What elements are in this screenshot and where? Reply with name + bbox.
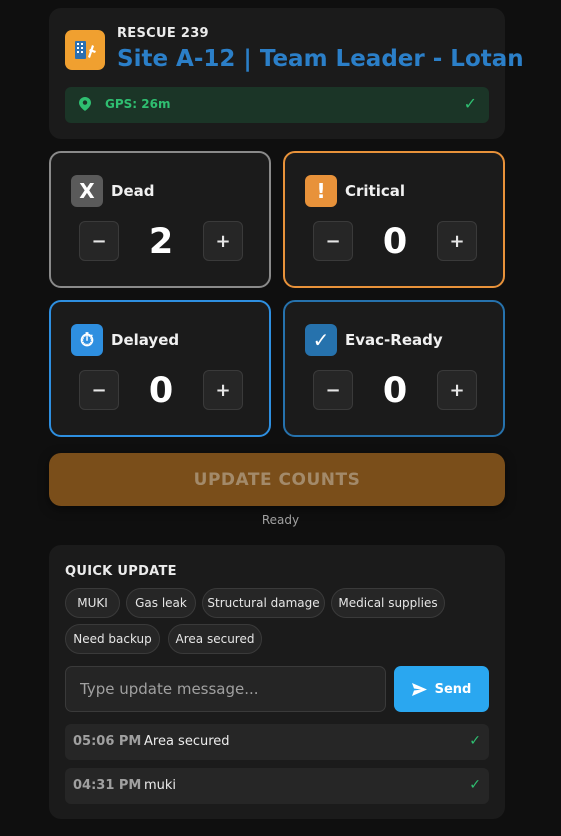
- gps-status-bar: GPS: 26m ✓: [65, 87, 489, 123]
- chip-gas-leak[interactable]: Gas leak: [126, 588, 196, 618]
- counter-dead: X Dead − 2 +: [49, 151, 271, 288]
- log-time: 05:06 PM: [73, 734, 142, 749]
- app-name: RESCUE 239: [117, 26, 209, 41]
- log-text: muki: [144, 778, 177, 793]
- critical-increment-button[interactable]: +: [437, 221, 477, 261]
- chip-area-secured[interactable]: Area secured: [168, 624, 262, 654]
- counter-label: Delayed: [111, 331, 180, 349]
- delayed-count: 0: [148, 371, 174, 411]
- counter-label: Evac-Ready: [345, 331, 443, 349]
- gps-check-icon: ✓: [463, 94, 477, 113]
- counter-label: Critical: [345, 182, 406, 200]
- chip-structural-damage[interactable]: Structural damage: [202, 588, 325, 618]
- log-text: Area secured: [144, 734, 230, 749]
- dead-decrement-button[interactable]: −: [79, 221, 119, 261]
- sent-check-icon: ✓: [469, 777, 481, 793]
- send-button[interactable]: Send: [394, 666, 489, 712]
- counter-evac-ready: ✓ Evac-Ready − 0 +: [283, 300, 505, 437]
- checkmark-icon: ✓: [305, 324, 337, 356]
- log-entry: 05:06 PM Area secured ✓: [65, 724, 489, 760]
- chip-medical-supplies[interactable]: Medical supplies: [331, 588, 445, 618]
- evac-increment-button[interactable]: +: [437, 370, 477, 410]
- counter-critical: ! Critical − 0 +: [283, 151, 505, 288]
- message-input[interactable]: [65, 666, 386, 712]
- sent-check-icon: ✓: [469, 733, 481, 749]
- exclamation-icon: !: [305, 175, 337, 207]
- evac-count: 0: [382, 371, 408, 411]
- delayed-increment-button[interactable]: +: [203, 370, 243, 410]
- counter-delayed: ⏱ Delayed − 0 +: [49, 300, 271, 437]
- log-time: 04:31 PM: [73, 778, 142, 793]
- counter-label: Dead: [111, 182, 155, 200]
- evac-decrement-button[interactable]: −: [313, 370, 353, 410]
- app-logo-icon: [65, 30, 105, 70]
- dead-increment-button[interactable]: +: [203, 221, 243, 261]
- update-counts-button[interactable]: UPDATE COUNTS: [49, 453, 505, 506]
- quick-update-card: QUICK UPDATE MUKI Gas leak Structural da…: [49, 545, 505, 819]
- chip-need-backup[interactable]: Need backup: [65, 624, 160, 654]
- quick-update-title: QUICK UPDATE: [65, 564, 177, 579]
- send-button-label: Send: [434, 681, 472, 697]
- chip-muki[interactable]: MUKI: [65, 588, 120, 618]
- header-card: RESCUE 239 Site A-12 | Team Leader - Lot…: [49, 8, 524, 139]
- dead-count: 2: [148, 222, 174, 262]
- delayed-decrement-button[interactable]: −: [79, 370, 119, 410]
- send-icon: [411, 682, 427, 696]
- gps-accuracy: GPS: 26m: [105, 97, 171, 111]
- status-text: Ready: [261, 513, 300, 527]
- stopwatch-icon: ⏱: [71, 324, 103, 356]
- x-icon: X: [71, 175, 103, 207]
- site-title: Site A-12 | Team Leader - Lotan: [117, 46, 524, 72]
- location-pin-icon: [79, 97, 91, 111]
- log-entry: 04:31 PM muki ✓: [65, 768, 489, 804]
- critical-count: 0: [382, 222, 408, 262]
- critical-decrement-button[interactable]: −: [313, 221, 353, 261]
